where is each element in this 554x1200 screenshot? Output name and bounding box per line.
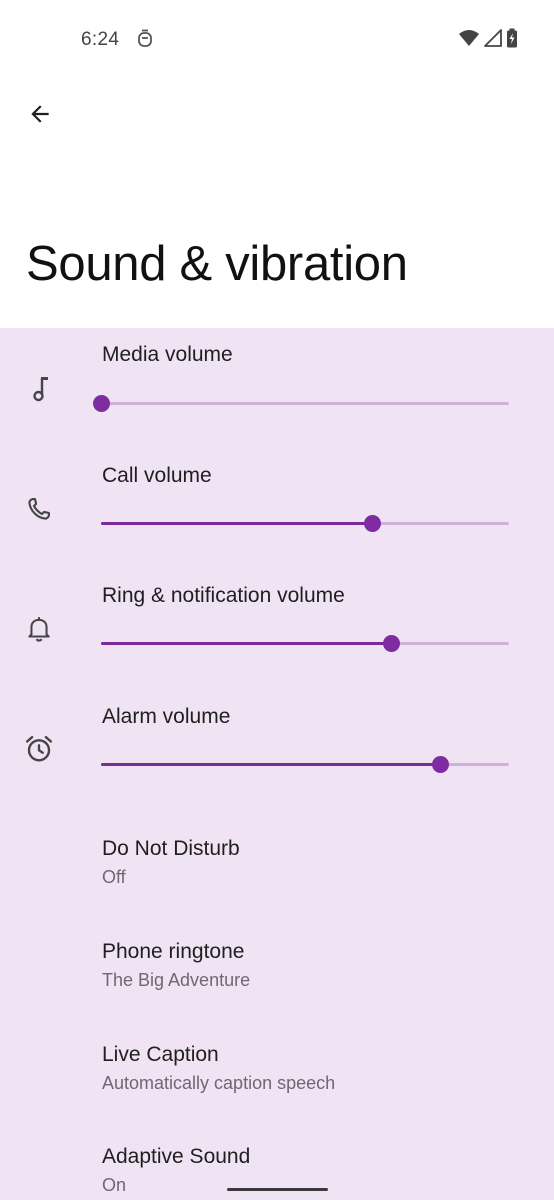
status-icons (458, 28, 518, 53)
notification-icon (137, 29, 153, 54)
alarm-volume-slider[interactable] (101, 755, 509, 775)
do-not-disturb-summary: Off (102, 867, 126, 887)
media-volume-row: Media volume (0, 328, 554, 448)
slider-fill (101, 763, 441, 766)
slider-track (101, 402, 509, 405)
phone-ringtone-title: Phone ringtone (102, 940, 245, 963)
call-volume-label: Call volume (102, 464, 212, 487)
page-title: Sound & vibration (26, 237, 408, 291)
live-caption-title: Live Caption (102, 1043, 219, 1066)
music-note-icon (22, 372, 56, 406)
settings-content: Media volume Call volume Ring & notifica… (0, 328, 554, 1200)
cell-signal-icon (484, 29, 502, 52)
status-bar: 6:24 (0, 0, 554, 80)
slider-fill (101, 522, 373, 525)
back-button[interactable] (18, 92, 62, 136)
gesture-nav-handle[interactable] (227, 1188, 328, 1191)
call-volume-row: Call volume (0, 448, 554, 568)
ring-volume-slider[interactable] (101, 634, 509, 654)
back-arrow-icon (31, 105, 49, 123)
slider-fill (101, 642, 392, 645)
phone-ringtone-item[interactable]: Phone ringtone The Big Adventure (102, 940, 250, 991)
bell-icon (22, 612, 56, 646)
live-caption-summary: Automatically caption speech (102, 1073, 336, 1093)
live-caption-item[interactable]: Live Caption Automatically caption speec… (102, 1043, 335, 1094)
wifi-icon (458, 29, 480, 52)
ring-volume-label: Ring & notification volume (102, 584, 345, 607)
alarm-volume-label: Alarm volume (102, 705, 231, 728)
slider-thumb[interactable] (431, 756, 449, 773)
media-volume-slider[interactable] (92, 394, 509, 414)
do-not-disturb-item[interactable]: Do Not Disturb Off (102, 837, 240, 888)
phone-icon (22, 492, 56, 526)
status-time: 6:24 (81, 29, 120, 50)
alarm-volume-row: Alarm volume (0, 689, 554, 809)
adaptive-sound-summary: On (102, 1175, 127, 1195)
ring-volume-row: Ring & notification volume (0, 568, 554, 688)
slider-thumb[interactable] (363, 515, 381, 532)
do-not-disturb-title: Do Not Disturb (102, 837, 240, 860)
phone-ringtone-summary: The Big Adventure (102, 970, 251, 990)
alarm-clock-icon (22, 732, 56, 766)
slider-thumb[interactable] (383, 635, 401, 652)
call-volume-slider[interactable] (101, 514, 509, 534)
media-volume-label: Media volume (102, 343, 233, 366)
slider-thumb[interactable] (92, 395, 110, 412)
battery-charging-icon (506, 28, 518, 53)
adaptive-sound-title: Adaptive Sound (102, 1145, 251, 1168)
